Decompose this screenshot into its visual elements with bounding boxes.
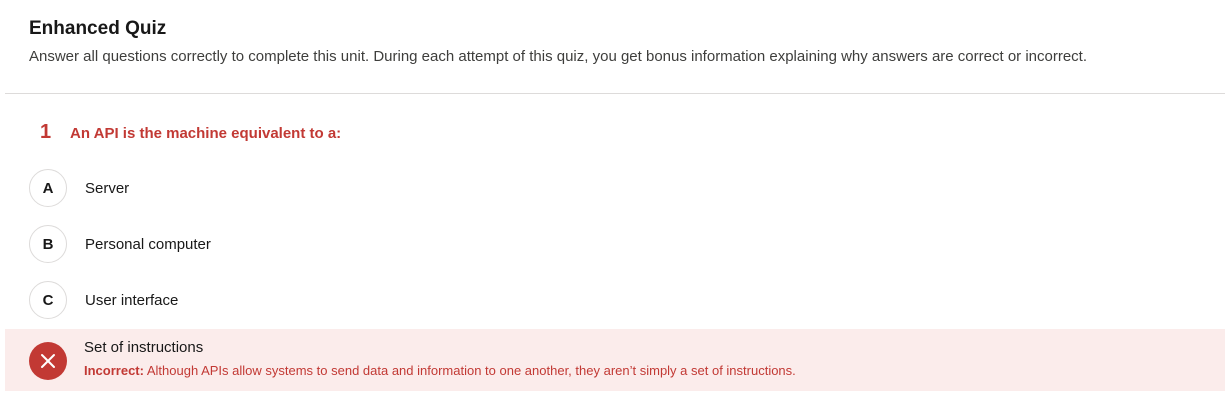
- question-number: 1: [40, 121, 52, 143]
- option-label: Set of instructions: [84, 339, 204, 356]
- close-icon-glyph: [41, 354, 55, 368]
- option-letter-badge: B: [29, 225, 67, 263]
- quiz-instructions: Answer all questions correctly to comple…: [29, 48, 1088, 65]
- quiz-header: Enhanced Quiz Answer all questions corre…: [29, 16, 1217, 67]
- feedback-text: Although APIs allow systems to send data…: [143, 363, 796, 378]
- question-heading: 1 An API is the machine equivalent to a:: [40, 121, 341, 144]
- header-divider: [5, 93, 1225, 94]
- answer-option-c[interactable]: C User interface: [29, 281, 178, 319]
- question-text: An API is the machine equivalent to a:: [70, 125, 342, 142]
- quiz-title: Enhanced Quiz: [29, 18, 167, 39]
- option-label: Personal computer: [85, 235, 211, 253]
- option-letter-badge: C: [29, 281, 67, 319]
- option-label: User interface: [85, 291, 179, 309]
- answer-option-d-incorrect[interactable]: Set of instructions Incorrect: Although …: [5, 329, 1225, 391]
- option-letter-badge: A: [29, 169, 67, 207]
- quiz-page: Enhanced Quiz Answer all questions corre…: [0, 0, 1225, 405]
- close-icon: [29, 342, 67, 380]
- answer-option-b[interactable]: B Personal computer: [29, 225, 211, 263]
- feedback-prefix: Incorrect:: [84, 363, 144, 378]
- option-label: Server: [85, 179, 130, 197]
- answer-option-a[interactable]: A Server: [29, 169, 129, 207]
- answer-feedback: Incorrect: Although APIs allow systems t…: [84, 363, 796, 378]
